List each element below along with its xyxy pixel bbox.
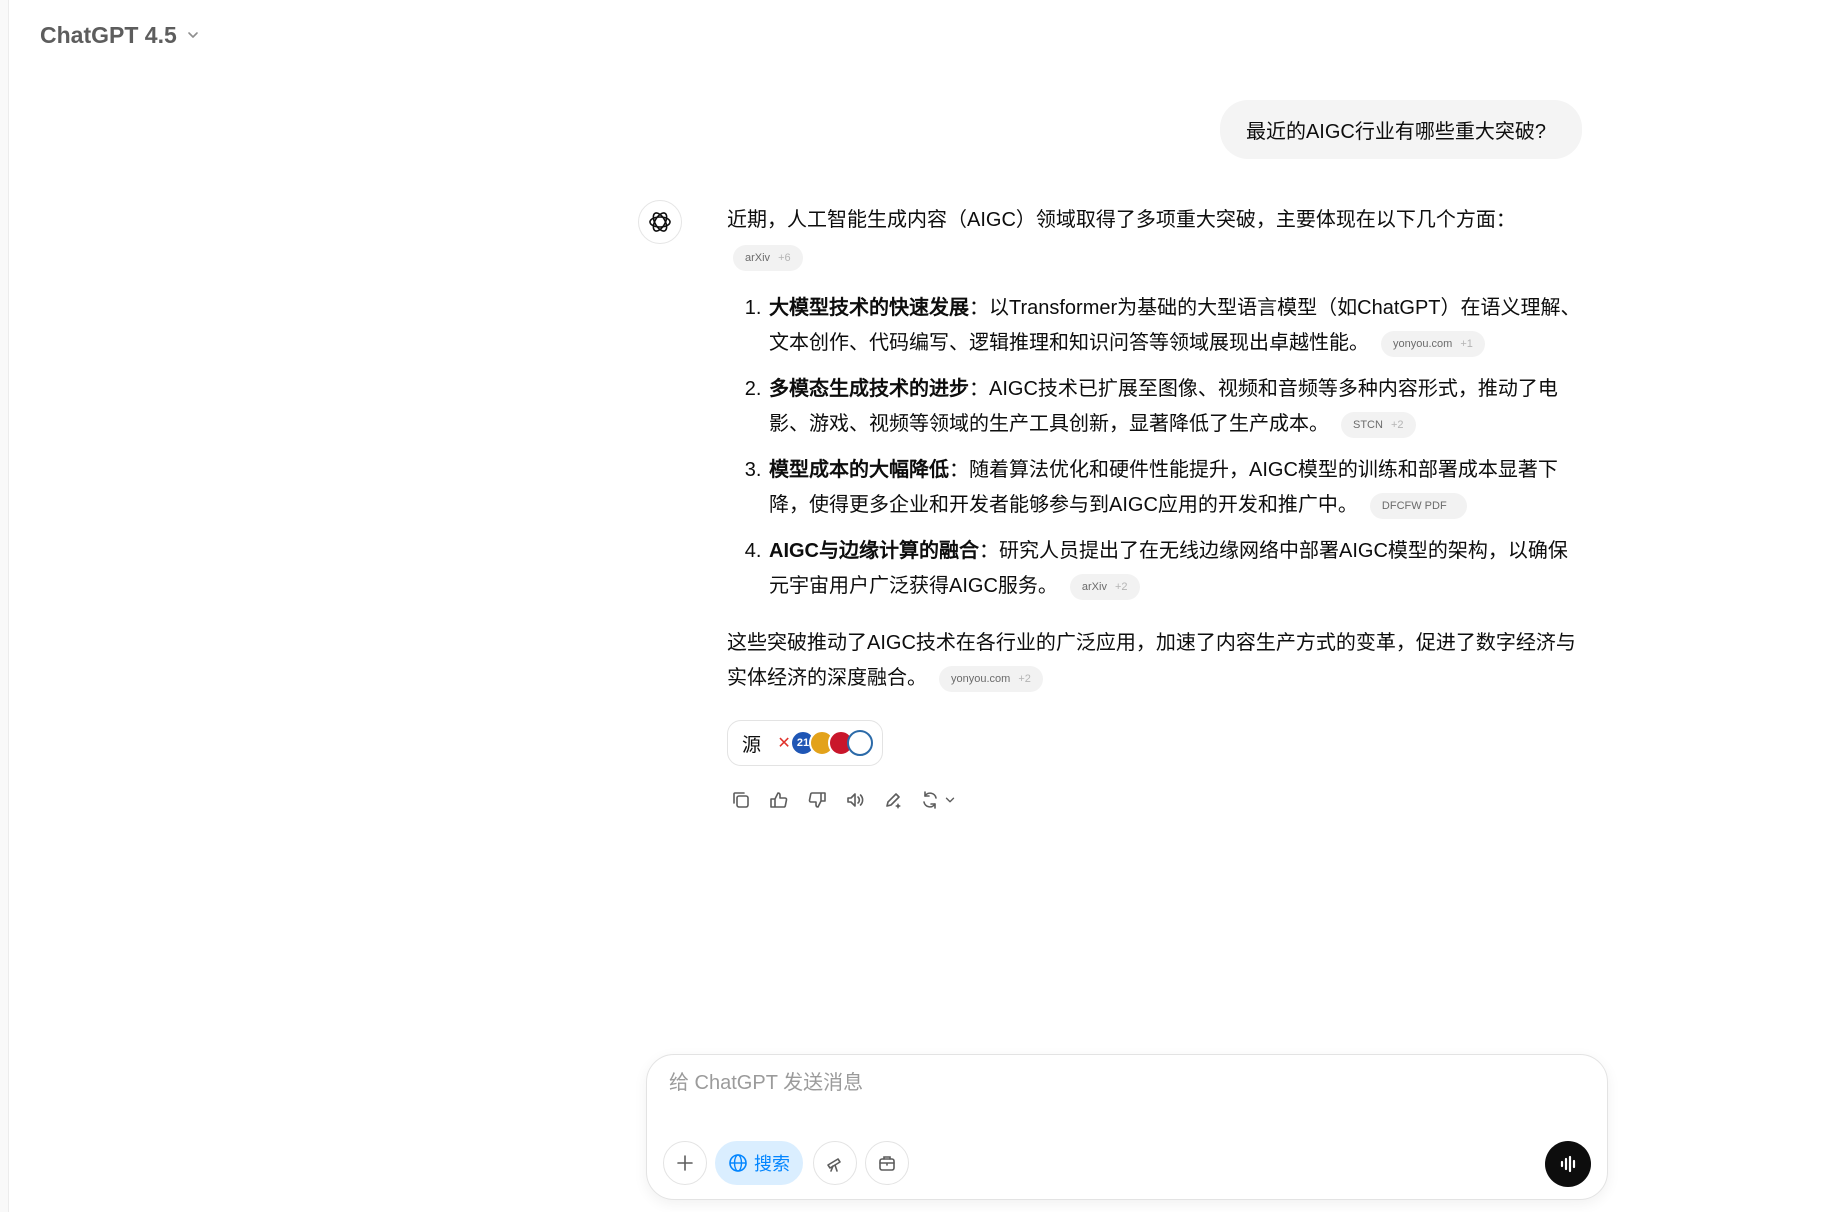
ring-icon: [847, 730, 874, 756]
sources-label: 源: [742, 734, 762, 756]
speaker-icon: [847, 793, 864, 807]
thumbs-up-button[interactable]: [764, 785, 794, 815]
assistant-avatar: [638, 200, 682, 244]
thumbs-up-icon: [770, 792, 788, 808]
openai-logo-icon: [649, 212, 671, 232]
source-favicons: ✕ 21: [771, 730, 874, 756]
citation-chip[interactable]: STCN +2: [1341, 411, 1416, 438]
read-aloud-button[interactable]: [840, 785, 870, 815]
breakthrough-list: 大模型技术的快速发展：以Transformer为基础的大型语言模型（如ChatG…: [727, 291, 1587, 604]
citation-chip[interactable]: yonyou.com +2: [939, 665, 1043, 692]
message-actions: [726, 785, 960, 815]
answer-intro: 近期，人工智能生成内容（AIGC）领域取得了多项重大突破，主要体现在以下几个方面…: [727, 209, 1516, 231]
message-composer: 搜索: [646, 1054, 1608, 1200]
plus-icon: [677, 1155, 693, 1171]
reason-button[interactable]: [813, 1141, 857, 1185]
citation-chip[interactable]: arXiv +2: [1069, 573, 1140, 600]
assistant-message: 近期，人工智能生成内容（AIGC）领域取得了多项重大突破，主要体现在以下几个方面…: [727, 203, 1587, 696]
citation-chip[interactable]: DFCFW PDF: [1369, 492, 1467, 519]
refresh-icon: [923, 791, 937, 809]
answer-summary: 这些突破推动了AIGC技术在各行业的广泛应用，加速了内容生产方式的变革，促进了数…: [727, 626, 1587, 696]
edit-canvas-button[interactable]: [878, 785, 908, 815]
list-item: AIGC与边缘计算的融合：研究人员提出了在无线边缘网络中部署AIGC模型的架构，…: [767, 534, 1587, 604]
waveform-icon: [1560, 1155, 1576, 1173]
copy-button[interactable]: [726, 785, 756, 815]
tools-button[interactable]: [865, 1141, 909, 1185]
thumbs-down-icon: [808, 792, 826, 808]
model-name: ChatGPT 4.5: [40, 21, 177, 48]
telescope-icon: [827, 1158, 841, 1172]
sources-button[interactable]: 源 ✕ 21: [727, 720, 883, 766]
pen-sparkle-icon: [886, 793, 901, 809]
regenerate-button[interactable]: [916, 785, 960, 815]
chevron-down-icon: [187, 32, 198, 38]
sidebar-edge: [0, 0, 9, 1212]
briefcase-icon: [879, 1156, 895, 1171]
user-message: 最近的AIGC行业有哪些重大突破?: [1219, 100, 1582, 159]
message-input[interactable]: [667, 1071, 1571, 1096]
voice-mode-button[interactable]: [1545, 1141, 1591, 1187]
search-toggle[interactable]: 搜索: [715, 1141, 803, 1185]
globe-icon: [729, 1154, 747, 1172]
citation-chip[interactable]: arXiv +6: [733, 244, 803, 271]
list-item: 多模态生成技术的进步：AIGC技术已扩展至图像、视频和音频等多种内容形式，推动了…: [767, 372, 1587, 442]
attach-button[interactable]: [663, 1141, 707, 1185]
list-item: 大模型技术的快速发展：以Transformer为基础的大型语言模型（如ChatG…: [767, 291, 1587, 361]
chevron-down-icon: [945, 797, 955, 803]
list-item: 模型成本的大幅降低：随着算法优化和硬件性能提升，AIGC模型的训练和部署成本显著…: [767, 453, 1587, 523]
copy-icon: [733, 792, 749, 808]
search-label: 搜索: [754, 1154, 790, 1174]
model-switcher[interactable]: ChatGPT 4.5: [34, 16, 207, 54]
thumbs-down-button[interactable]: [802, 785, 832, 815]
citation-chip[interactable]: yonyou.com +1: [1381, 330, 1485, 357]
